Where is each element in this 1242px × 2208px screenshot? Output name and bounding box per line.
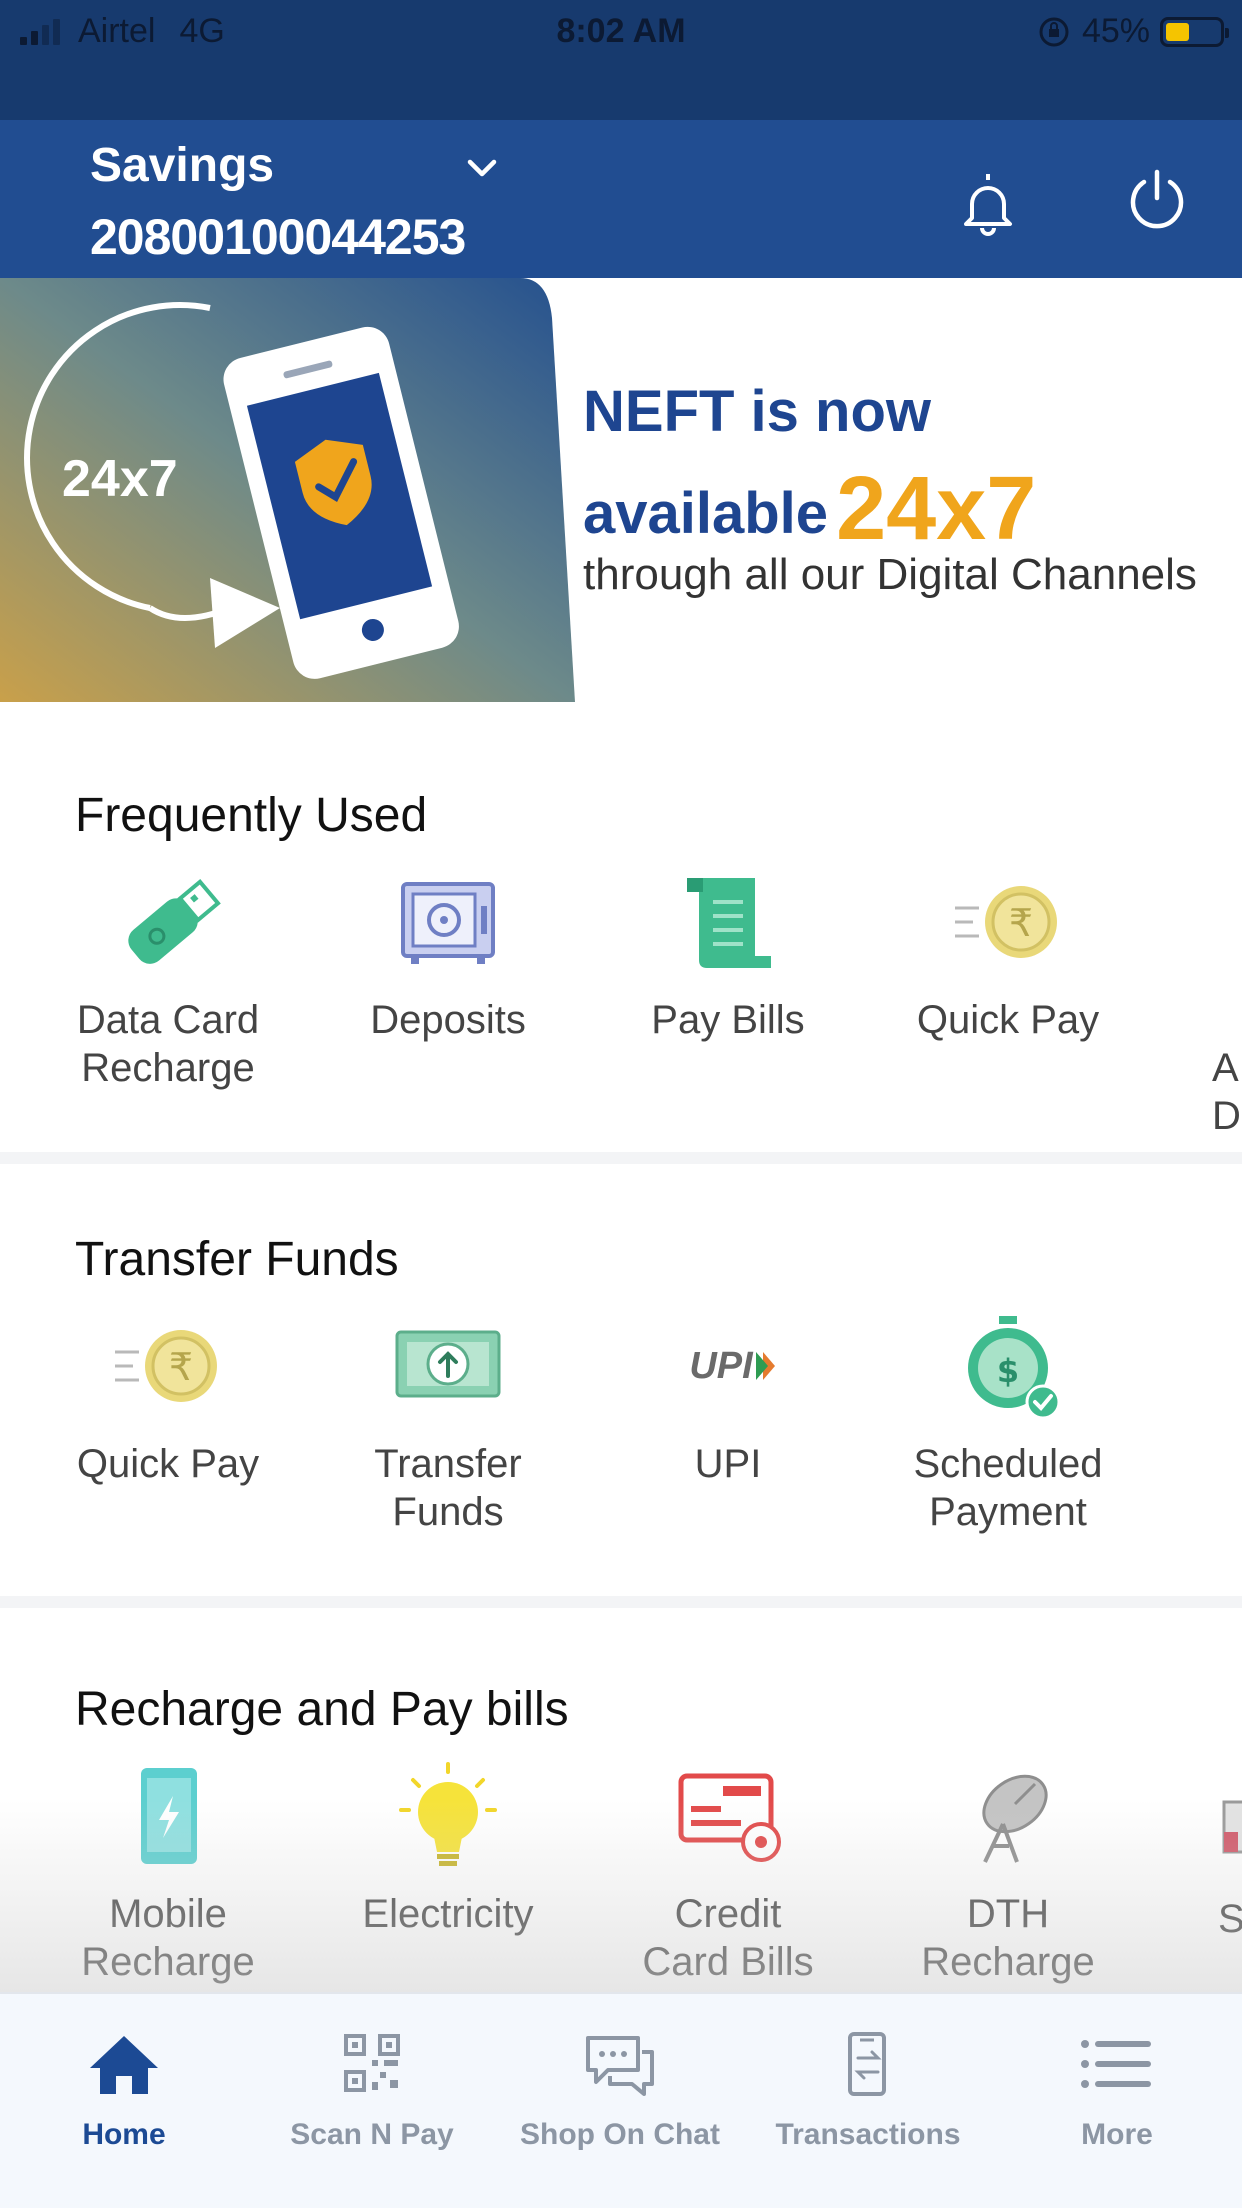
stopwatch-icon: $ xyxy=(968,1316,1061,1420)
bulb-icon xyxy=(399,1762,497,1866)
tile-label: Mobile xyxy=(109,1892,227,1936)
satellite-dish-icon xyxy=(982,1774,1048,1863)
tile-label: Deposits xyxy=(370,998,526,1042)
tile-label: Transfer xyxy=(374,1442,522,1486)
tab-more[interactable]: More xyxy=(992,1994,1242,2208)
usb-stick-icon xyxy=(128,878,221,964)
tile-label: A xyxy=(1212,1046,1239,1090)
credit-card-icon xyxy=(678,1773,781,1862)
home-icon xyxy=(90,2036,158,2094)
neft-promo-banner[interactable]: 24x7 NEFT is now available24x7 through a… xyxy=(0,278,1242,702)
bell-icon[interactable] xyxy=(958,168,1018,238)
tile-quick-pay[interactable]: ₹ Quick Pay xyxy=(868,868,1148,1044)
account-number: 20800100044253 xyxy=(90,209,466,265)
banner-badge-text: 24x7 xyxy=(62,450,178,508)
section-title: Frequently Used xyxy=(75,789,428,842)
bill-scroll-icon xyxy=(687,878,771,968)
section-divider xyxy=(0,1152,1242,1164)
upi-logo-text: UPI xyxy=(689,1345,754,1387)
tile-label-2: Card Bills xyxy=(642,1940,814,1984)
svg-text:₹: ₹ xyxy=(1009,901,1033,945)
tile-label-2: Recharge xyxy=(81,1046,255,1090)
upi-logo-icon: UPI xyxy=(689,1345,775,1387)
tile-label-2: Funds xyxy=(392,1490,504,1534)
tile-label: Scheduled xyxy=(913,1442,1103,1486)
tab-shop-on-chat[interactable]: Shop On Chat xyxy=(496,1994,744,2208)
transactions-icon xyxy=(848,2032,886,2096)
account-type[interactable]: Savings xyxy=(90,138,274,193)
safe-icon xyxy=(401,882,495,964)
section-title: Recharge and Pay bills xyxy=(75,1683,569,1736)
status-bar: Airtel 4G 8:02 AM 45% xyxy=(0,0,1242,120)
banknote-icon xyxy=(395,1330,501,1398)
tab-transactions[interactable]: Transactions xyxy=(744,1994,992,2208)
tile-quick-pay[interactable]: ₹ Quick Pay xyxy=(28,1312,308,1488)
orientation-lock-icon xyxy=(1039,17,1069,46)
tile-label: S xyxy=(1218,1897,1242,1941)
tile-transfer-funds[interactable]: Transfer Funds xyxy=(308,1312,588,1536)
tile-label-2: Recharge xyxy=(81,1940,255,1984)
tile-mobile-recharge[interactable]: Mobile Recharge xyxy=(28,1762,308,1986)
menu-icon xyxy=(1081,2040,1151,2088)
power-icon[interactable] xyxy=(1124,166,1190,232)
tab-label: Transactions xyxy=(775,2118,961,2151)
tile-dth-recharge[interactable]: DTH Recharge xyxy=(868,1762,1148,1986)
phone-shield-illustration: 24x7 xyxy=(0,278,575,702)
tile-credit-card-bills[interactable]: Credit Card Bills xyxy=(588,1762,868,1986)
tile-electricity[interactable]: Electricity xyxy=(308,1762,588,1938)
tile-label-2: Recharge xyxy=(921,1940,1095,1984)
tab-label: Home xyxy=(82,2118,166,2151)
banner-subtitle: through all our Digital Channels xyxy=(583,550,1197,599)
tile-label-2: Payment xyxy=(929,1490,1087,1534)
svg-text:₹: ₹ xyxy=(169,1345,193,1389)
svg-text:$: $ xyxy=(997,1352,1019,1390)
mobile-icon xyxy=(141,1768,197,1864)
tab-home[interactable]: Home xyxy=(0,1994,248,2208)
battery-icon xyxy=(1160,16,1229,47)
tile-scheduled-payment[interactable]: $ Scheduled Payment xyxy=(868,1312,1148,1536)
banner-available-text: available xyxy=(583,481,829,546)
tile-label: Pay Bills xyxy=(651,998,805,1042)
banner-headline: NEFT is now xyxy=(583,379,931,444)
tile-label: Quick Pay xyxy=(916,998,1100,1042)
frequently-used-section: Frequently Used Data Card Recharge Depos… xyxy=(0,702,1242,1152)
section-divider xyxy=(0,1596,1242,1608)
tile-label: UPI xyxy=(694,1442,762,1486)
chat-icon xyxy=(586,2036,654,2096)
tile-upi[interactable]: UPI UPI xyxy=(588,1312,868,1488)
tab-label: Scan N Pay xyxy=(290,2118,454,2151)
tile-label: Electricity xyxy=(362,1892,534,1936)
qr-code-icon xyxy=(344,2034,400,2092)
account-header: Savings 20800100044253 xyxy=(0,120,1242,278)
tile-pay-bills[interactable]: Pay Bills xyxy=(588,868,868,1044)
tile-label: Quick Pay xyxy=(76,1442,260,1486)
tab-scan-n-pay[interactable]: Scan N Pay xyxy=(248,1994,496,2208)
banner-headline-2: available24x7 xyxy=(583,458,1036,561)
tile-partial[interactable]: S xyxy=(1218,1762,1242,1943)
tile-deposits[interactable]: Deposits xyxy=(308,868,588,1044)
chevron-down-icon[interactable] xyxy=(462,148,502,188)
tile-partial[interactable]: A D xyxy=(1212,868,1242,1140)
recharge-bills-section: Recharge and Pay bills Mobile Recharge E… xyxy=(0,1608,1242,1992)
tile-label: Credit xyxy=(674,1892,782,1936)
battery-percent: 45% xyxy=(1081,12,1150,50)
tile-label-2: D xyxy=(1212,1094,1241,1138)
partial-icon xyxy=(1222,1800,1242,1854)
tile-label: DTH xyxy=(966,1892,1050,1936)
rupee-coin-icon: ₹ xyxy=(955,886,1057,958)
tab-label: More xyxy=(1081,2118,1153,2151)
tile-data-card-recharge[interactable]: Data Card Recharge xyxy=(28,868,308,1092)
rupee-coin-icon: ₹ xyxy=(115,1330,217,1402)
section-title: Transfer Funds xyxy=(75,1233,399,1286)
bottom-tab-bar: Home Scan N Pay Shop On Chat Transaction… xyxy=(0,1992,1242,2208)
banner-highlight: 24x7 xyxy=(836,459,1037,559)
tile-label: Data Card xyxy=(76,998,260,1042)
tab-label: Shop On Chat xyxy=(520,2118,720,2151)
transfer-funds-section: Transfer Funds ₹ Quick Pay Transfer Fund… xyxy=(0,1164,1242,1596)
